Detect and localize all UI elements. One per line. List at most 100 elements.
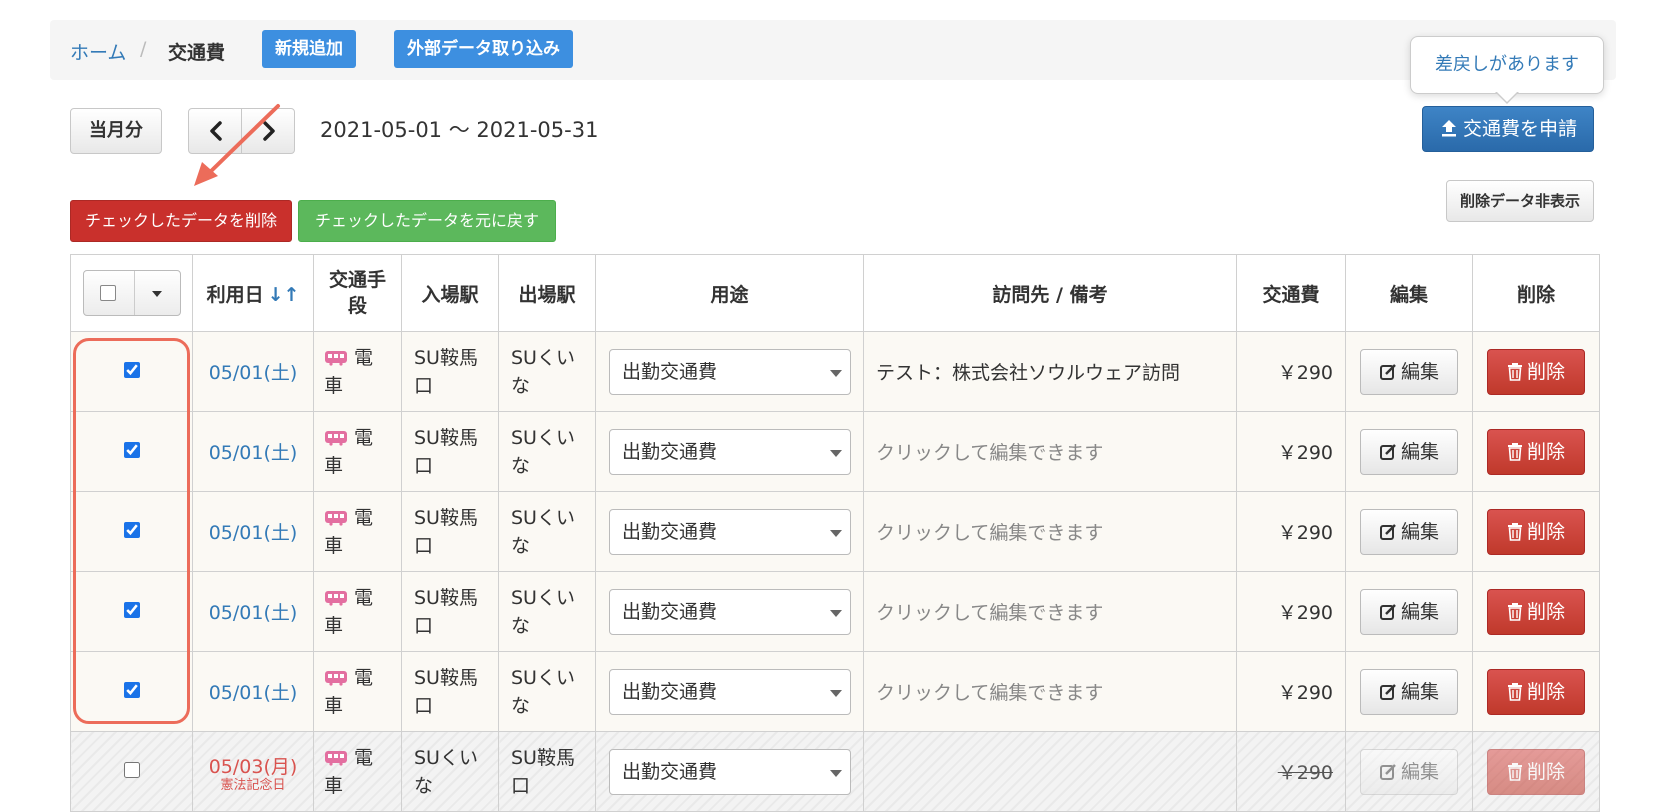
edit-button[interactable]: 編集 — [1360, 348, 1458, 395]
breadcrumb-home-link[interactable]: ホーム — [70, 38, 126, 65]
purpose-select[interactable]: 出勤交通費 — [609, 668, 851, 715]
train-icon — [325, 750, 347, 766]
transport-label-a: 電 — [354, 746, 374, 769]
date-cell[interactable]: 05/01(土) — [192, 331, 314, 412]
purpose-select[interactable]: 出勤交通費 — [609, 508, 851, 555]
purpose-cell: 出勤交通費 — [595, 571, 864, 652]
entry-station-a: SUくい — [414, 746, 478, 769]
row-checkbox[interactable] — [123, 441, 140, 458]
caret-down-icon — [830, 689, 842, 697]
fare-amount: ￥290 — [1277, 362, 1333, 384]
purpose-selected-value: 出勤交通費 — [622, 600, 718, 623]
entry-station-a: SU鞍馬 — [414, 426, 478, 449]
tooltip-pointer — [1495, 91, 1519, 104]
caret-down-icon[interactable] — [151, 291, 162, 297]
use-date[interactable]: 05/01(土) — [209, 522, 298, 544]
memo-cell[interactable]: クリックして編集できます — [863, 411, 1237, 492]
delete-button[interactable]: 削除 — [1487, 668, 1585, 715]
restore-checked-button[interactable]: チェックしたデータを元に戻す — [298, 200, 556, 242]
date-cell[interactable]: 05/01(土) — [192, 491, 314, 572]
use-date[interactable]: 05/01(土) — [209, 362, 298, 384]
edit-icon — [1379, 443, 1396, 460]
purpose-select[interactable]: 出勤交通費 — [609, 748, 851, 795]
date-cell[interactable]: 05/01(土) — [192, 651, 314, 732]
fare-cell: ￥290 — [1236, 571, 1346, 652]
transport-label-a: 電 — [354, 666, 374, 689]
delete-button[interactable]: 削除 — [1487, 588, 1585, 635]
use-date[interactable]: 05/01(土) — [209, 682, 298, 704]
row-checkbox[interactable] — [123, 601, 140, 618]
delete-button[interactable]: 削除 — [1487, 428, 1585, 475]
delete-button[interactable]: 削除 — [1487, 748, 1585, 795]
purpose-select[interactable]: 出勤交通費 — [609, 428, 851, 475]
caret-down-icon — [830, 369, 842, 377]
entry-station-b: 口 — [414, 694, 434, 717]
transport-label-b: 車 — [324, 614, 344, 637]
memo-cell[interactable] — [863, 731, 1237, 812]
memo-text[interactable]: クリックして編集できます — [876, 602, 1103, 624]
delete-button[interactable]: 削除 — [1487, 348, 1585, 395]
memo-cell[interactable]: クリックして編集できます — [863, 571, 1237, 652]
delete-button-label: 削除 — [1526, 760, 1565, 783]
purpose-selected-value: 出勤交通費 — [622, 440, 718, 463]
exit-station-a: SUくい — [511, 586, 575, 609]
select-all-checkbox[interactable] — [99, 285, 116, 301]
delete-button[interactable]: 削除 — [1487, 508, 1585, 555]
import-external-data-button[interactable]: 外部データ取り込み — [394, 30, 573, 68]
this-month-button[interactable]: 当月分 — [70, 108, 162, 154]
row-checkbox[interactable] — [123, 761, 140, 778]
date-cell[interactable]: 05/01(土) — [192, 411, 314, 492]
delete-checked-button[interactable]: チェックしたデータを削除 — [70, 200, 292, 242]
use-date[interactable]: 05/01(土) — [209, 602, 298, 624]
edit-button[interactable]: 編集 — [1360, 668, 1458, 715]
column-header-delete: 削除 — [1472, 254, 1600, 332]
delete-button-label: 削除 — [1526, 440, 1565, 463]
transport-label-a: 電 — [354, 586, 374, 609]
purpose-selected-value: 出勤交通費 — [622, 760, 718, 783]
transport-label-b: 車 — [324, 454, 344, 477]
date-cell[interactable]: 05/03(月) 憲法記念日 — [192, 731, 314, 812]
edit-button[interactable]: 編集 — [1360, 588, 1458, 635]
memo-text[interactable]: クリックして編集できます — [876, 682, 1103, 704]
memo-cell[interactable]: テスト：株式会社ソウルウェア訪問 — [863, 331, 1237, 412]
trash-icon — [1507, 682, 1522, 701]
purpose-select[interactable]: 出勤交通費 — [609, 588, 851, 635]
entry-station-a: SU鞍馬 — [414, 666, 478, 689]
select-all-dropdown[interactable] — [82, 270, 181, 316]
add-new-button[interactable]: 新規追加 — [262, 30, 356, 68]
hide-deleted-button[interactable]: 削除データ非表示 — [1446, 180, 1594, 222]
fare-cell: ￥290 — [1236, 651, 1346, 732]
row-checkbox[interactable] — [123, 681, 140, 698]
entry-station-a: SU鞍馬 — [414, 586, 478, 609]
use-date[interactable]: 05/03(月) — [209, 756, 298, 778]
trash-icon — [1507, 362, 1522, 381]
breadcrumb-bar: ホーム / 交通費 新規追加 外部データ取り込み — [50, 20, 1616, 80]
memo-cell[interactable]: クリックして編集できます — [863, 491, 1237, 572]
row-checkbox[interactable] — [123, 361, 140, 378]
caret-down-icon — [830, 449, 842, 457]
row-select-cell — [70, 331, 193, 412]
memo-text[interactable]: クリックして編集できます — [876, 522, 1103, 544]
breadcrumb-separator: / — [140, 38, 147, 60]
purpose-select[interactable]: 出勤交通費 — [609, 348, 851, 395]
row-checkbox[interactable] — [123, 521, 140, 538]
fare-amount: ￥290 — [1277, 522, 1333, 544]
memo-text[interactable]: クリックして編集できます — [876, 442, 1103, 464]
apply-button-label: 交通費を申請 — [1462, 118, 1577, 140]
edit-cell: 編集 — [1345, 731, 1473, 812]
apply-transport-expense-button[interactable]: 交通費を申請 — [1422, 106, 1594, 152]
train-icon — [325, 350, 347, 366]
edit-button[interactable]: 編集 — [1360, 428, 1458, 475]
memo-text[interactable]: テスト：株式会社ソウルウェア訪問 — [876, 362, 1180, 384]
edit-cell: 編集 — [1345, 411, 1473, 492]
memo-cell[interactable]: クリックして編集できます — [863, 651, 1237, 732]
use-date[interactable]: 05/01(土) — [209, 442, 298, 464]
edit-button[interactable]: 編集 — [1360, 748, 1458, 795]
delete-cell: 削除 — [1472, 731, 1600, 812]
exit-station-a: SUくい — [511, 346, 575, 369]
column-header-date[interactable]: 利用日 ↓↑ — [192, 254, 314, 332]
edit-button[interactable]: 編集 — [1360, 508, 1458, 555]
date-cell[interactable]: 05/01(土) — [192, 571, 314, 652]
edit-button-label: 編集 — [1400, 520, 1439, 543]
sort-icon[interactable]: ↓↑ — [268, 284, 300, 306]
